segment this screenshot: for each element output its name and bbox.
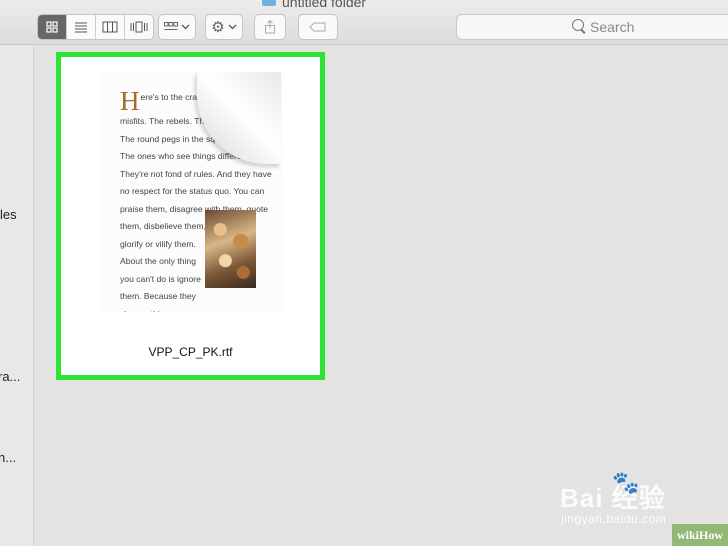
tag-icon [309,22,326,32]
chevron-down-icon [181,24,190,30]
preview-line: change things. [120,308,176,319]
list-view-button[interactable] [67,15,96,39]
arrange-grid-icon [164,22,178,30]
paw-icon: 🐾 [612,470,640,495]
gear-icon: ⚙ [211,18,225,36]
view-mode-segmented-control [37,14,154,40]
sidebar-item-ra[interactable]: ra... [0,369,20,384]
search-icon [572,19,584,31]
baidu-url-watermark: jingyan.baidu.com [561,512,667,526]
action-menu-button[interactable]: ⚙ [205,14,243,40]
finder-toolbar: untitled folder ⚙ [0,0,728,45]
icon-view-button[interactable] [38,15,67,39]
preview-line: They're not fond of rules. And they have [120,168,272,179]
columns-icon [102,21,118,33]
cover-flow-view-button[interactable] [125,15,153,39]
sidebar-item-n[interactable]: n... [0,450,16,465]
sidebar: les ra... n... [0,45,34,546]
arrange-menu-button[interactable] [158,14,196,40]
search-input[interactable] [590,18,720,36]
grid-icon [46,21,58,33]
preview-line: them. Because they [120,291,196,301]
sidebar-item-files[interactable]: les [0,207,17,222]
chevron-down-icon [228,24,237,30]
wikihow-watermark: wikiHow [672,524,728,546]
share-icon [265,20,275,34]
window-title: untitled folder [282,0,367,10]
cover-flow-icon [130,21,148,33]
drop-cap: H [120,86,140,116]
edit-tags-button[interactable] [298,14,338,40]
leaf-photo [205,210,256,288]
list-icon [75,22,87,33]
column-view-button[interactable] [96,15,125,39]
file-name-label: VPP_CP_PK.rtf [148,345,233,359]
preview-line: no respect for the status quo. You can [120,186,265,196]
file-item-selected[interactable]: H ere's to the crazy ones misfits. The r… [56,52,325,380]
share-button[interactable] [254,14,286,40]
folder-icon [262,0,276,6]
